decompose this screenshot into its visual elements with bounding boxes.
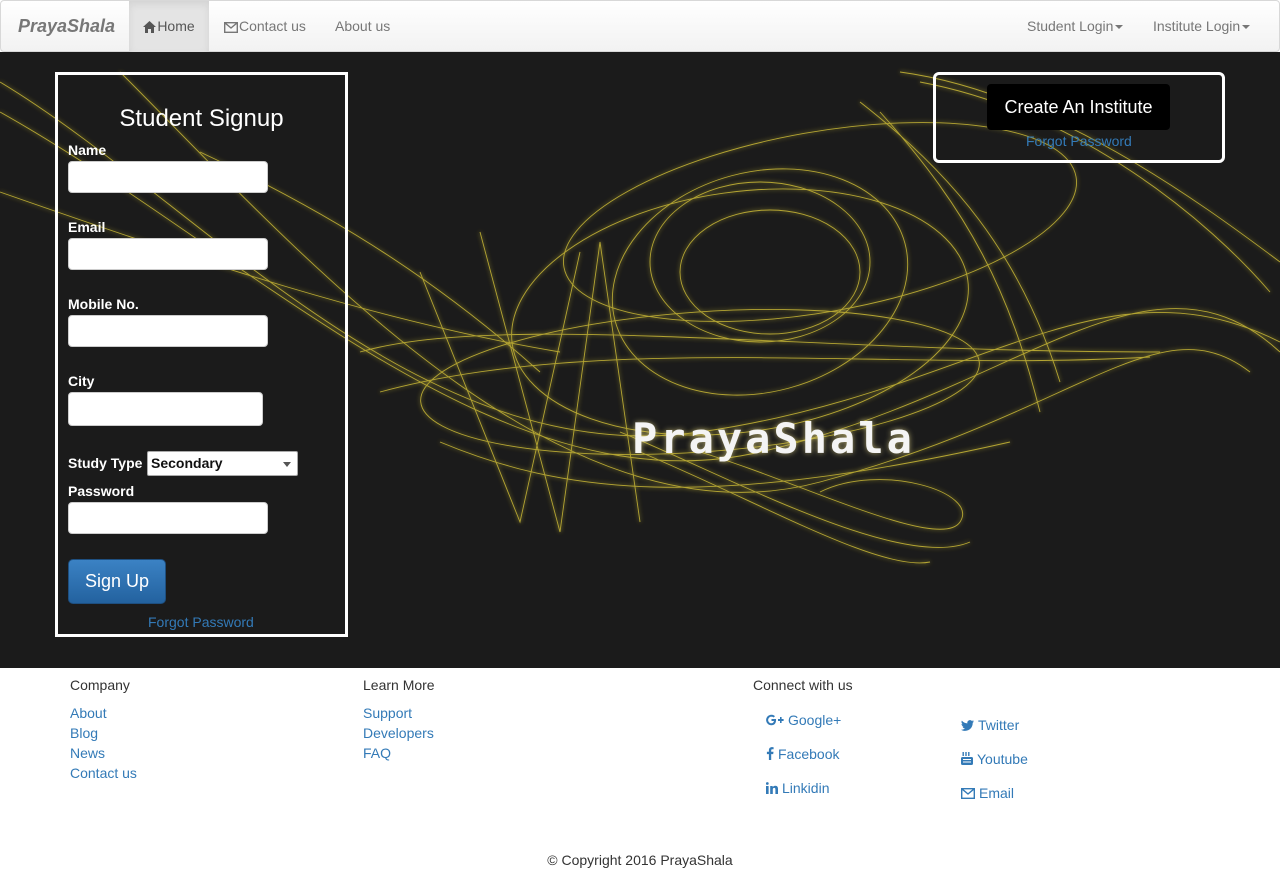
email-label: Email (68, 219, 106, 235)
twitter-icon (961, 720, 974, 731)
institute-forgot-password-link[interactable]: Forgot Password (1026, 133, 1132, 149)
social-youtube-label: Youtube (977, 751, 1028, 767)
nav-contact[interactable]: Contact us (224, 1, 306, 52)
brand-logo[interactable]: PrayaShala (18, 16, 115, 37)
social-google-plus-label: Google+ (788, 712, 842, 728)
footer-learn-heading: Learn More (363, 677, 435, 693)
social-google-plus[interactable]: Google+ (766, 712, 841, 728)
nav-home-label: Home (157, 18, 195, 34)
social-twitter[interactable]: Twitter (961, 717, 1019, 733)
social-email-label: Email (979, 785, 1015, 801)
envelope-icon (224, 22, 238, 33)
signup-button[interactable]: Sign Up (68, 559, 166, 604)
city-input[interactable] (68, 392, 263, 426)
signup-title: Student Signup (119, 105, 284, 132)
social-facebook-label: Facebook (778, 746, 840, 762)
footer-link-blog[interactable]: Blog (70, 725, 98, 741)
email-input[interactable] (68, 238, 268, 270)
nav-contact-label: Contact us (239, 18, 306, 34)
footer-link-about[interactable]: About (70, 705, 107, 721)
study-type-value: Secondary (151, 455, 223, 471)
youtube-icon (961, 752, 973, 765)
copyright-text: © Copyright 2016 PrayaShala (547, 852, 733, 868)
nav-student-login[interactable]: Student Login (1027, 1, 1124, 52)
nav-institute-login-label: Institute Login (1153, 18, 1241, 34)
name-label: Name (68, 142, 107, 158)
institute-panel: Create An Institute Forgot Password (933, 72, 1225, 163)
nav-about-label: About us (335, 18, 391, 34)
social-linkedin-label: Linkidin (782, 780, 830, 796)
footer-connect-heading: Connect with us (753, 677, 853, 693)
nav-institute-login[interactable]: Institute Login (1153, 1, 1251, 52)
caret-down-icon (1242, 25, 1251, 30)
student-signup-panel: Student Signup Name Email Mobile No. Cit… (55, 72, 348, 637)
signup-forgot-password-link[interactable]: Forgot Password (148, 614, 254, 630)
social-linkedin[interactable]: Linkidin (766, 780, 829, 796)
hero-title: PrayaShala (632, 414, 915, 463)
footer-link-support[interactable]: Support (363, 705, 412, 721)
social-facebook[interactable]: Facebook (766, 746, 839, 762)
caret-down-icon (1115, 25, 1124, 30)
footer-link-faq[interactable]: FAQ (363, 745, 391, 761)
study-type-label: Study Type (68, 455, 143, 471)
mobile-label: Mobile No. (68, 296, 139, 312)
social-email[interactable]: Email (961, 785, 1014, 801)
city-label: City (68, 373, 95, 389)
hero-banner: PrayaShala Student Signup Name Email Mob… (0, 52, 1280, 668)
password-input[interactable] (68, 502, 268, 534)
top-navbar: PrayaShala Home Contact us About us Stud… (0, 0, 1280, 52)
footer-company-heading: Company (70, 677, 130, 693)
envelope-icon (961, 788, 975, 799)
study-type-select[interactable]: Secondary (147, 451, 298, 476)
footer-link-developers[interactable]: Developers (363, 725, 434, 741)
linkedin-icon (766, 782, 778, 794)
chevron-down-icon (283, 462, 291, 467)
home-icon (143, 21, 157, 33)
nav-about[interactable]: About us (335, 1, 390, 52)
nav-home[interactable]: Home (129, 1, 209, 52)
social-youtube[interactable]: Youtube (961, 751, 1028, 767)
password-label: Password (68, 483, 135, 499)
social-twitter-label: Twitter (978, 717, 1020, 733)
mobile-input[interactable] (68, 315, 268, 347)
footer-link-news[interactable]: News (70, 745, 105, 761)
footer-link-contact[interactable]: Contact us (70, 765, 137, 781)
create-institute-button[interactable]: Create An Institute (987, 84, 1170, 130)
name-input[interactable] (68, 161, 268, 193)
nav-student-login-label: Student Login (1027, 18, 1114, 34)
google-plus-icon (766, 714, 784, 726)
facebook-icon (766, 747, 774, 760)
footer: Company About Blog News Contact us Learn… (0, 668, 1280, 880)
